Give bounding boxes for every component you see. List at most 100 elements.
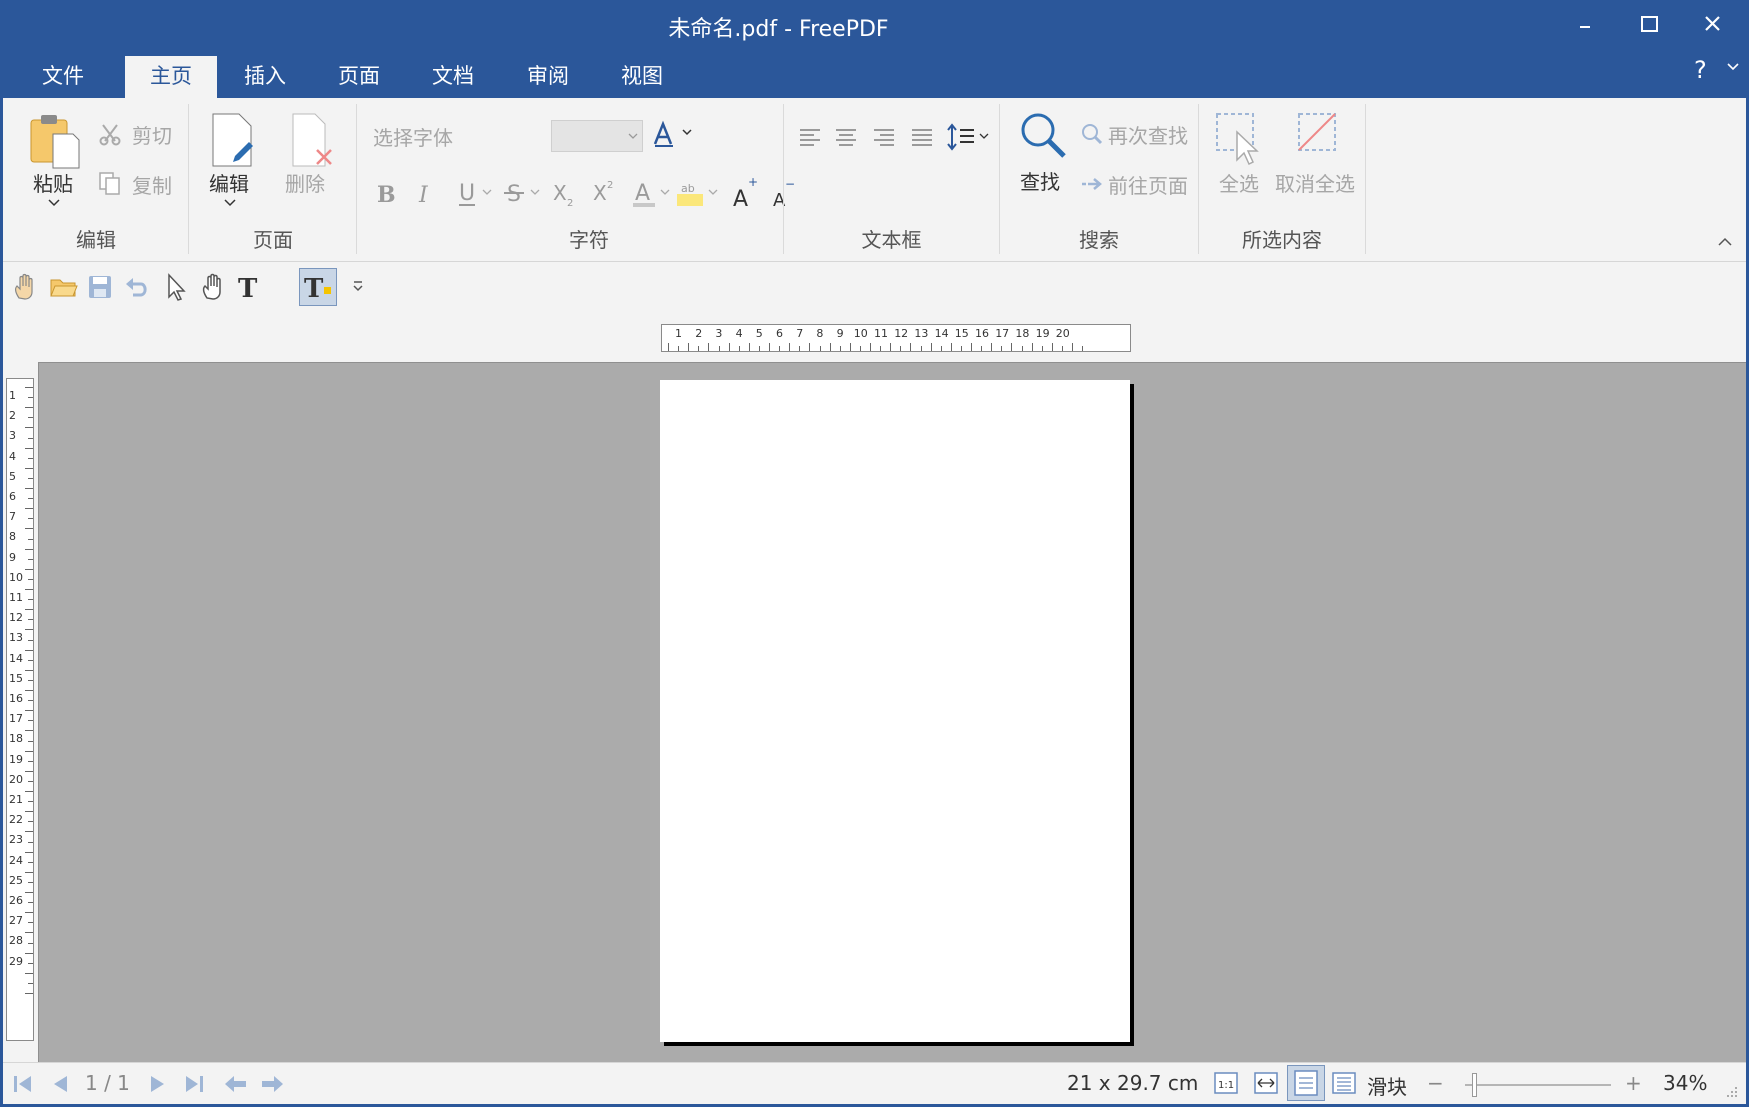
deselect-all-button[interactable]: 取消全选 (1275, 110, 1365, 200)
maximize-button[interactable] (1617, 0, 1681, 48)
ruler-number: 5 (9, 469, 16, 483)
continuous-view-icon[interactable] (1331, 1071, 1357, 1095)
goto-page-button[interactable]: 前往页面 (1080, 170, 1192, 200)
text-edit-tool-button[interactable]: T (299, 268, 337, 306)
tab-insert[interactable]: 插入 (224, 56, 306, 98)
highlight-icon[interactable]: ab (677, 182, 718, 206)
ruler-number: 7 (9, 510, 16, 524)
edit-group-label: 编辑 (76, 228, 116, 252)
find-label: 查找 (1020, 170, 1060, 194)
zoom-slider-thumb[interactable] (1471, 1073, 1477, 1097)
fit-page-button[interactable] (1287, 1065, 1325, 1101)
customize-toolbar-icon[interactable] (351, 278, 365, 294)
zoom-slider[interactable] (1465, 1073, 1611, 1097)
svg-text:+: + (748, 176, 758, 189)
ruler-number: 17 (9, 712, 23, 726)
line-spacing-icon[interactable] (947, 123, 989, 151)
save-icon[interactable] (87, 274, 113, 300)
minimize-icon (1580, 26, 1590, 28)
find-button[interactable]: 查找 (1018, 110, 1074, 200)
svg-text:1:1: 1:1 (1218, 1080, 1234, 1091)
align-left-icon[interactable] (800, 129, 820, 146)
page-canvas[interactable] (38, 362, 1746, 1062)
next-page-icon[interactable] (147, 1073, 169, 1095)
font-color-icon[interactable]: A (633, 181, 670, 207)
chevron-down-icon (628, 133, 638, 139)
ruler-number: 4 (9, 449, 16, 463)
align-right-icon[interactable] (874, 129, 894, 146)
bold-icon[interactable]: B (377, 182, 396, 208)
ruler-number: 19 (9, 752, 23, 766)
zoom-out-button[interactable]: − (1427, 1071, 1444, 1095)
tab-view[interactable]: 视图 (601, 56, 683, 98)
underline-icon[interactable]: U (459, 181, 492, 206)
resize-grip-icon[interactable] (1725, 1085, 1739, 1099)
ruler-number: 16 (975, 327, 989, 340)
ruler-number: 2 (9, 409, 16, 423)
ruler-number: 8 (816, 327, 824, 340)
close-button[interactable] (1681, 0, 1745, 48)
delete-page-button[interactable]: 删除 (285, 110, 337, 200)
pdf-page[interactable] (660, 380, 1130, 1042)
pan-hand-icon[interactable] (11, 272, 39, 302)
find-again-button[interactable]: 再次查找 (1080, 120, 1192, 150)
ruler-number: 12 (9, 611, 23, 625)
ruler-number: 25 (9, 873, 23, 887)
back-icon[interactable] (223, 1073, 249, 1095)
page-group-label: 页面 (253, 228, 293, 252)
ruler-number: 15 (9, 671, 23, 685)
title-bar: 未命名.pdf - FreePDF (0, 0, 1749, 48)
select-cursor-icon[interactable] (163, 272, 187, 302)
superscript-icon[interactable]: X2 (593, 180, 613, 205)
justify-icon[interactable] (912, 129, 932, 146)
ruler-number: 18 (9, 732, 23, 746)
actual-size-icon[interactable]: 1:1 (1213, 1071, 1239, 1095)
fit-width-icon[interactable] (1253, 1071, 1279, 1095)
cut-button[interactable]: 剪切 (98, 120, 178, 150)
svg-text:T: T (238, 274, 258, 302)
tab-file[interactable]: 文件 (22, 56, 104, 98)
chevron-down-icon[interactable] (1726, 60, 1740, 74)
font-size-icon[interactable] (651, 118, 695, 154)
zoom-in-button[interactable]: + (1625, 1071, 1642, 1095)
chevron-down-icon (48, 199, 60, 207)
svg-text:U: U (459, 181, 475, 206)
ruler-number: 26 (9, 894, 23, 907)
first-page-icon[interactable] (11, 1073, 35, 1095)
strikethrough-icon[interactable]: S (504, 182, 540, 207)
delete-page-icon (292, 113, 332, 167)
tab-document[interactable]: 文档 (412, 56, 494, 98)
maximize-icon (1641, 16, 1658, 32)
open-folder-icon[interactable] (49, 274, 79, 300)
copy-button[interactable]: 复制 (98, 170, 178, 200)
paste-button[interactable]: 粘贴 (25, 110, 89, 207)
font-select[interactable]: 选择字体 (373, 122, 453, 151)
undo-icon[interactable] (123, 274, 151, 300)
ruler-number: 28 (9, 934, 23, 948)
grow-font-icon[interactable]: A+ (733, 176, 758, 210)
edit-page-button[interactable]: 编辑 (205, 110, 261, 207)
italic-icon[interactable]: I (418, 183, 429, 208)
ruler-number: 8 (9, 530, 16, 544)
tab-page[interactable]: 页面 (318, 56, 400, 98)
hand-tool-icon[interactable] (199, 272, 227, 302)
textbox-group: 文本框 (784, 98, 999, 262)
font-size-select[interactable] (551, 120, 643, 152)
forward-icon[interactable] (259, 1073, 285, 1095)
previous-page-icon[interactable] (49, 1073, 71, 1095)
ruler-number: 6 (776, 327, 783, 340)
tab-review[interactable]: 审阅 (507, 56, 589, 98)
select-all-button[interactable]: 全选 (1209, 110, 1269, 200)
collapse-ribbon-icon[interactable] (1717, 236, 1733, 248)
text-tool-icon[interactable]: T (235, 272, 263, 302)
last-page-icon[interactable] (183, 1073, 207, 1095)
page-indicator: 1 / 1 (85, 1071, 130, 1095)
help-button[interactable]: ? (1694, 56, 1707, 84)
ruler-number: 24 (9, 853, 23, 867)
align-center-icon[interactable] (836, 129, 856, 146)
minimize-button[interactable] (1553, 0, 1617, 48)
svg-text:X: X (553, 181, 567, 205)
subscript-icon[interactable]: X2 (553, 181, 573, 209)
tab-home[interactable]: 主页 (125, 56, 217, 98)
text-edit-icon: T (304, 274, 331, 304)
